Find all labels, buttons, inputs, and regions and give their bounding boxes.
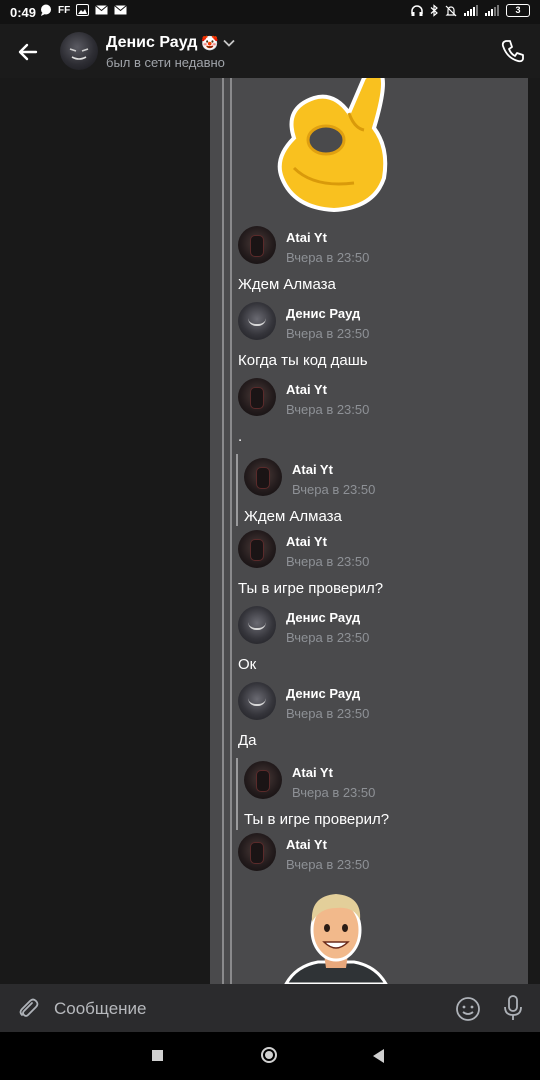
android-nav-bar (0, 1032, 540, 1080)
message-text: Ты в игре проверил? (244, 811, 390, 828)
bluetooth-icon (430, 4, 438, 17)
message: Atai Yt Вчера в 23:50 Ты в игре проверил… (238, 530, 518, 597)
message: Atai Yt Вчера в 23:50 (238, 833, 518, 879)
microphone-icon[interactable] (500, 994, 526, 1022)
message-time: Вчера в 23:50 (286, 857, 370, 872)
avatar[interactable] (244, 458, 282, 496)
status-bar: 0:49 FF 3 (0, 0, 540, 24)
phone-icon[interactable] (500, 38, 526, 64)
avatar[interactable] (238, 378, 276, 416)
paperclip-icon[interactable] (16, 996, 40, 1020)
message-author[interactable]: Atai Yt (286, 382, 327, 397)
mute-icon (445, 5, 457, 16)
message-author[interactable]: Atai Yt (292, 462, 333, 477)
avatar[interactable] (244, 761, 282, 799)
message-input[interactable] (52, 994, 436, 1024)
gallery-notification-icon (76, 4, 90, 16)
recents-button[interactable] (152, 1050, 163, 1061)
battery-icon: 3 (506, 4, 530, 17)
chat-notification-icon (41, 4, 51, 16)
message: Денис Рауд Вчера в 23:50 Ок (238, 606, 518, 673)
message-feed[interactable]: Atai Yt Вчера в 23:50 Ждем Алмаза Денис … (0, 78, 540, 1051)
avatar[interactable] (238, 682, 276, 720)
nested-message: Atai Yt Вчера в 23:50 Ждем Алмаза (244, 458, 514, 525)
mail-notification-icon-2 (114, 5, 128, 15)
message-time: Вчера в 23:50 (286, 630, 370, 645)
message-time: Вчера в 23:50 (292, 785, 376, 800)
forward-line-inner (230, 78, 232, 984)
avatar[interactable] (238, 530, 276, 568)
message-author[interactable]: Денис Рауд (286, 686, 360, 701)
nested-quote-bar (236, 454, 238, 526)
message-time: Вчера в 23:50 (286, 706, 370, 721)
nested-message: Atai Yt Вчера в 23:50 Ты в игре проверил… (244, 761, 514, 828)
forwarded-messages-panel: Atai Yt Вчера в 23:50 Ждем Алмаза Денис … (210, 78, 528, 984)
forward-line (222, 78, 224, 984)
headphones-icon (411, 4, 423, 16)
message: Денис Рауд Вчера в 23:50 Да (238, 682, 518, 749)
message: Денис Рауд Вчера в 23:50 Когда ты код да… (238, 302, 518, 369)
avatar[interactable] (238, 833, 276, 871)
battery-level: 3 (515, 5, 521, 15)
message-time: Вчера в 23:50 (292, 482, 376, 497)
contact-status: был в сети недавно (106, 55, 225, 70)
avatar[interactable] (238, 606, 276, 644)
message-author[interactable]: Atai Yt (286, 837, 327, 852)
home-button[interactable] (261, 1047, 277, 1063)
message: Atai Yt Вчера в 23:50 . (238, 378, 518, 445)
avatar[interactable] (60, 32, 98, 70)
message-composer (0, 984, 540, 1032)
avatar[interactable] (238, 302, 276, 340)
ok-hand-sticker[interactable] (254, 78, 404, 218)
chat-header: Денис Рауд 🤡 был в сети недавно (0, 24, 540, 78)
message-author[interactable]: Atai Yt (292, 765, 333, 780)
arrow-left-icon[interactable] (14, 38, 42, 66)
message-text: . (238, 428, 243, 445)
message-time: Вчера в 23:50 (286, 326, 370, 341)
message-time: Вчера в 23:50 (286, 402, 370, 417)
chevron-down-icon (223, 39, 235, 47)
clown-emoji: 🤡 (201, 34, 219, 51)
status-time: 0:49 (10, 5, 37, 20)
message-author[interactable]: Atai Yt (286, 534, 327, 549)
avatar[interactable] (238, 226, 276, 264)
contact-name-text: Денис Рауд (106, 34, 198, 51)
message: Atai Yt Вчера в 23:50 Ждем Алмаза (238, 226, 518, 293)
message-author[interactable]: Денис Рауд (286, 306, 360, 321)
message-text: Ты в игре проверил? (238, 580, 384, 597)
cartoon-man-sticker[interactable] (276, 884, 396, 984)
message-author[interactable]: Денис Рауд (286, 610, 360, 625)
message-time: Вчера в 23:50 (286, 250, 370, 265)
message-text: Ок (238, 656, 257, 673)
message-text: Когда ты код дашь (238, 352, 368, 369)
message-time: Вчера в 23:50 (286, 554, 370, 569)
message-text: Да (238, 732, 257, 749)
signal-icon-2 (485, 5, 499, 16)
ff-app-icon: FF (58, 4, 71, 16)
nested-quote-bar (236, 758, 238, 830)
contact-name[interactable]: Денис Рауд 🤡 (106, 34, 235, 52)
system-icons: 3 (411, 4, 530, 17)
back-button[interactable] (373, 1049, 384, 1063)
message-text: Ждем Алмаза (238, 276, 336, 293)
message-author[interactable]: Atai Yt (286, 230, 327, 245)
smile-icon[interactable] (455, 996, 481, 1022)
signal-icon (464, 5, 478, 16)
notification-icons: FF (40, 4, 128, 16)
avatar-face (69, 48, 89, 60)
message-text: Ждем Алмаза (244, 508, 342, 525)
mail-notification-icon (95, 5, 109, 15)
